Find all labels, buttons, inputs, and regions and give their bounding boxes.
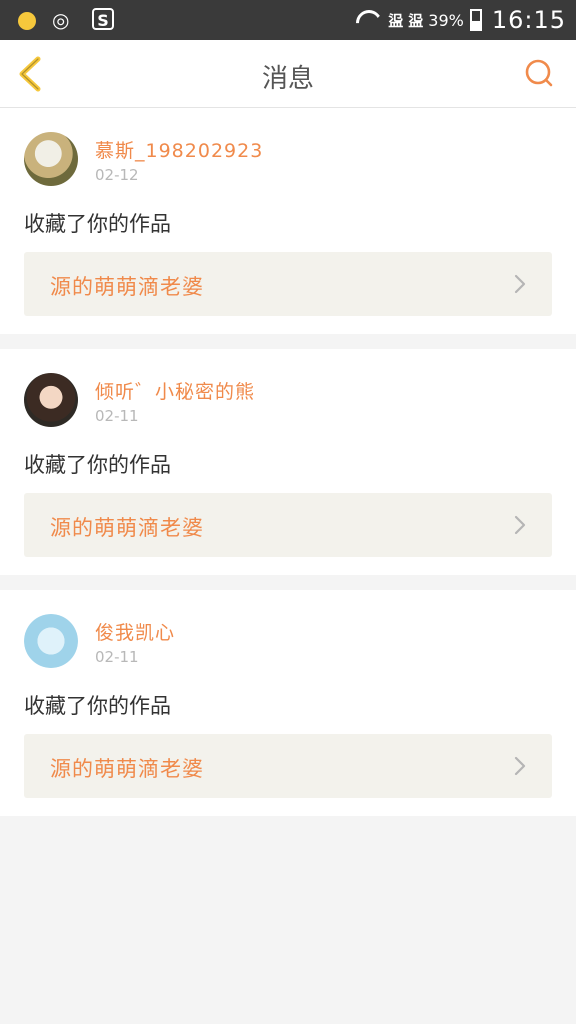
username[interactable]: 俊我凯心 [95,618,175,645]
wifi-icon [356,10,382,30]
work-title: 源的萌萌滴老婆 [50,275,204,299]
username[interactable]: 倾听゛小秘密的熊 [95,377,255,404]
work-title: 源的萌萌滴老婆 [50,757,204,781]
search-icon[interactable] [524,58,554,88]
app-s-icon: S [92,8,114,30]
message-date: 02-11 [95,648,139,666]
battery-percent: 39% [428,10,464,30]
message-card[interactable]: 慕斯_198202923 02-12 收藏了你的作品 源的萌萌滴老婆 [0,108,576,334]
work-link[interactable]: 源的萌萌滴老婆 [24,734,552,798]
avatar[interactable] [24,132,78,186]
status-indicators: 䀀 䀀 39% 16:15 [356,6,566,34]
battery-icon [469,9,482,31]
username[interactable]: 慕斯_198202923 [95,136,263,163]
notification-dot-icon [18,12,36,30]
signal-icon-2: 䀀 [408,11,423,30]
avatar[interactable] [24,614,78,668]
weibo-icon: ◎ [52,8,70,32]
action-text: 收藏了你的作品 [24,453,171,477]
message-list: 慕斯_198202923 02-12 收藏了你的作品 源的萌萌滴老婆 倾听゛小秘… [0,108,576,831]
page-title: 消息 [261,64,314,94]
work-title: 源的萌萌滴老婆 [50,516,204,540]
status-bar: ◎ S 䀀 䀀 39% 16:15 [0,0,576,40]
action-text: 收藏了你的作品 [24,694,171,718]
message-date: 02-11 [95,407,139,425]
work-link[interactable]: 源的萌萌滴老婆 [24,493,552,557]
avatar[interactable] [24,373,78,427]
work-link[interactable]: 源的萌萌滴老婆 [24,252,552,316]
action-text: 收藏了你的作品 [24,212,171,236]
message-card[interactable]: 倾听゛小秘密的熊 02-11 收藏了你的作品 源的萌萌滴老婆 [0,349,576,575]
message-date: 02-12 [95,166,139,184]
chevron-right-icon [514,515,526,535]
nav-bar: 消息 [0,40,576,108]
chevron-right-icon [514,274,526,294]
clock: 16:15 [491,6,566,34]
message-card[interactable]: 俊我凯心 02-11 收藏了你的作品 源的萌萌滴老婆 [0,590,576,816]
signal-icon-1: 䀀 [388,11,403,30]
chevron-right-icon [514,756,526,776]
